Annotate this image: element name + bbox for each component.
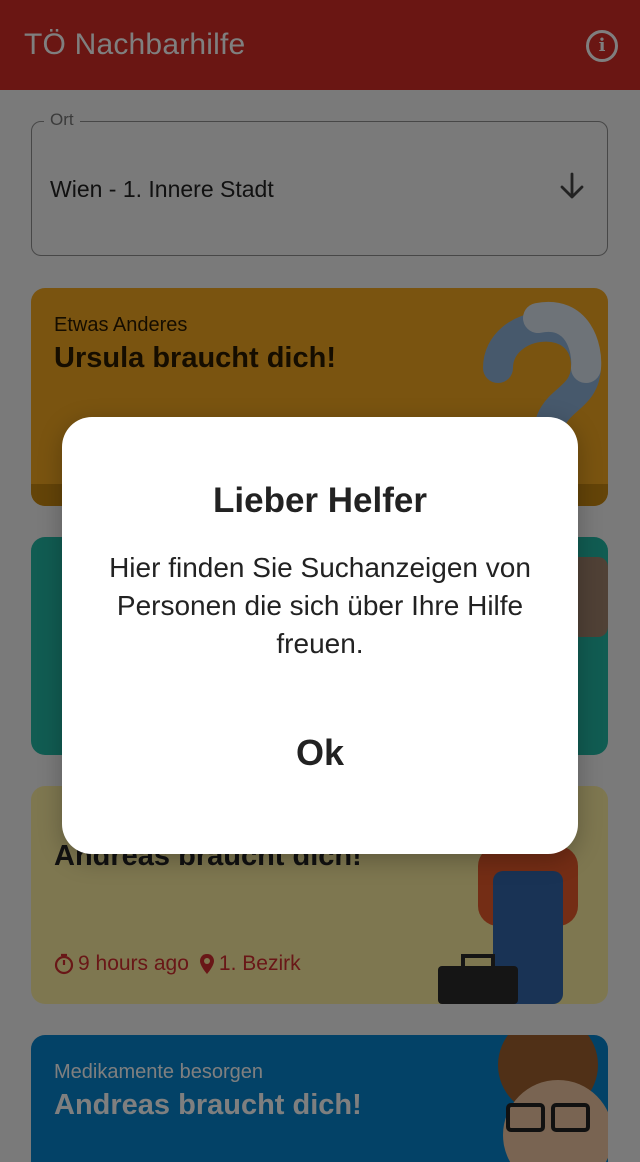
info-dialog: Lieber Helfer Hier finden Sie Suchanzeig… [62,417,578,854]
ok-button[interactable]: Ok [260,721,380,785]
dialog-title: Lieber Helfer [213,481,427,520]
dialog-message: Hier finden Sie Suchanzeigen von Persone… [109,552,531,659]
